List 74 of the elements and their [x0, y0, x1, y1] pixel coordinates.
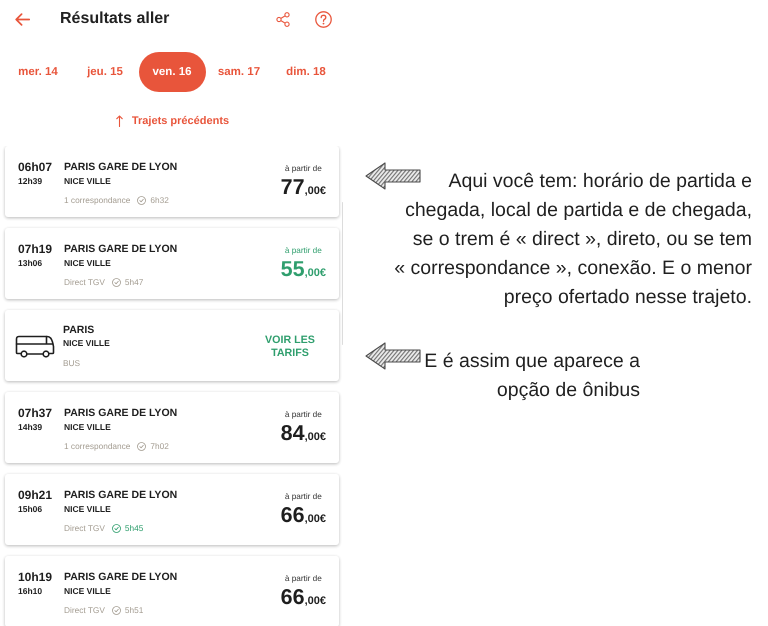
price-text: 55,00€	[280, 257, 326, 283]
trip-type-text: 1 correspondance	[64, 440, 130, 452]
departure-time: 06h07	[18, 159, 54, 175]
check-circle-icon	[112, 606, 121, 614]
duration-text: 5h47	[124, 276, 144, 288]
trip-type-text: Direct TGV	[64, 276, 105, 288]
share-button[interactable]	[276, 12, 290, 26]
duration-text: 7h02	[150, 440, 169, 452]
trip-card[interactable]: 09h21 15h06 PARIS GARE DE LYON NICE VILLE Direct TGV 5h45 à partir de 66,00€	[5, 474, 339, 545]
date-tab[interactable]: mer. 14	[4, 52, 72, 92]
price-text: 77,00€	[280, 175, 326, 201]
destination-station: NICE VILLE	[63, 337, 111, 349]
back-arrow-icon	[15, 12, 30, 26]
destination-station: NICE VILLE	[64, 175, 112, 187]
trip-type-text: 1 correspondance	[64, 194, 130, 206]
origin-station: PARIS GARE DE LYON	[64, 570, 178, 585]
departure-time: 10h19	[18, 569, 54, 585]
duration-text: 5h51	[124, 604, 144, 616]
price-label: à partir de	[284, 163, 323, 175]
price-label: à partir de	[284, 573, 323, 585]
price-label: à partir de	[284, 491, 323, 503]
check-circle-icon	[137, 442, 146, 450]
destination-station: NICE VILLE	[64, 257, 112, 269]
price-label: à partir de	[284, 245, 323, 257]
help-icon	[315, 10, 332, 28]
trip-card[interactable]: 07h19 13h06 PARIS GARE DE LYON NICE VILLE Direct TGV 5h47 à partir de 55,00€	[5, 228, 339, 299]
origin-station: PARIS GARE DE LYON	[64, 406, 178, 421]
arrival-time: 16h10	[18, 585, 44, 597]
back-button[interactable]	[15, 12, 30, 26]
date-tab[interactable]: ven. 16	[138, 52, 206, 92]
transport-mode-text: BUS	[63, 357, 82, 369]
share-icon	[276, 12, 290, 26]
origin-station: PARIS GARE DE LYON	[64, 242, 178, 257]
trip-type-text: Direct TGV	[64, 522, 105, 534]
view-fares-button[interactable]: VOIR LES TARIFS	[259, 334, 321, 360]
departure-time: 07h37	[18, 405, 54, 421]
departure-time: 09h21	[18, 487, 54, 503]
screen-title: Résultats aller	[60, 9, 170, 29]
price-label: à partir de	[284, 409, 323, 421]
date-tab[interactable]: jeu. 15	[72, 52, 138, 92]
trip-card[interactable]: 10h19 16h10 PARIS GARE DE LYON NICE VILLE Direct TGV 5h51 à partir de 66,00€	[5, 556, 339, 626]
arrival-time: 13h06	[18, 257, 44, 269]
annotation-text: E é assim que aparece a opção de ônibus	[424, 349, 640, 403]
check-circle-icon	[112, 524, 121, 532]
date-tab[interactable]: sam. 17	[206, 52, 272, 92]
help-button[interactable]	[315, 10, 332, 28]
arrival-time: 15h06	[18, 503, 44, 515]
previous-trips-link[interactable]: Trajets précédents	[116, 113, 230, 129]
origin-station: PARIS GARE DE LYON	[64, 160, 178, 175]
destination-station: NICE VILLE	[64, 421, 112, 433]
annotation-text: Aqui você tem: horário de partida e chegada, local de partida e de chegada, se o trem é « direct », direto, ou se tem « correspondance », conexão. E o menor preço ofertado nesse trajeto.	[394, 169, 752, 310]
left-arrow-icon	[365, 342, 421, 370]
arrival-time: 14h39	[18, 421, 44, 433]
origin-station: PARIS GARE DE LYON	[64, 488, 178, 503]
trip-card[interactable]: PARIS NICE VILLE BUS VOIR LES TARIFS	[5, 310, 339, 381]
left-arrow-icon	[365, 162, 421, 190]
trip-card[interactable]: 06h07 12h39 PARIS GARE DE LYON NICE VILLE 1 correspondance 6h32 à partir de 77,00€	[5, 146, 339, 217]
arrow-up-icon	[116, 115, 123, 127]
bus-icon	[15, 334, 55, 358]
departure-time: 07h19	[18, 241, 54, 257]
duration-text: 6h32	[150, 194, 169, 206]
date-tab[interactable]: dim. 18	[272, 52, 340, 92]
check-circle-icon	[137, 196, 146, 204]
check-circle-icon	[112, 278, 121, 286]
duration-text: 5h45	[124, 522, 144, 534]
destination-station: NICE VILLE	[64, 503, 112, 515]
destination-station: NICE VILLE	[64, 585, 112, 597]
price-text: 84,00€	[280, 421, 326, 447]
price-text: 66,00€	[280, 585, 326, 611]
origin-station: PARIS	[63, 323, 96, 337]
arrival-time: 12h39	[18, 175, 44, 187]
price-text: 66,00€	[280, 503, 326, 529]
trip-card[interactable]: 07h37 14h39 PARIS GARE DE LYON NICE VILLE 1 correspondance 7h02 à partir de 84,00€	[5, 392, 339, 463]
trip-type-text: Direct TGV	[64, 604, 105, 616]
